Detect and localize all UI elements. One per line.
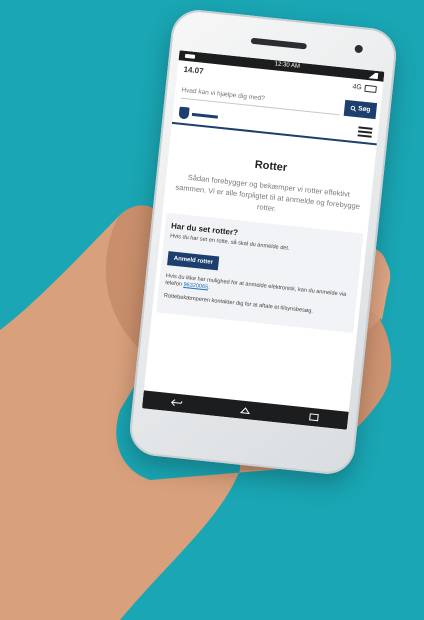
logo-wordmark: [191, 112, 219, 119]
search-button[interactable]: Søg: [343, 99, 378, 119]
system-navbar: [141, 390, 349, 430]
notification-icon: [184, 53, 196, 59]
report-rats-button[interactable]: Anmeld rotter: [167, 250, 220, 270]
signal-icon: [365, 71, 379, 80]
status-time: 12:30 AM: [274, 61, 301, 70]
municipality-logo[interactable]: [178, 106, 219, 123]
earpiece-speaker: [250, 37, 307, 50]
search-button-label: Søg: [357, 105, 371, 114]
recents-icon[interactable]: [306, 412, 321, 423]
phone-screen: 12:30 AM 14.07 4G Søg: [141, 50, 385, 430]
front-camera-icon: [354, 44, 364, 54]
battery-icon: [364, 84, 377, 94]
report-card: Har du set rotter? Hvis du har set en ro…: [156, 212, 364, 333]
hamburger-menu-icon[interactable]: [357, 126, 373, 138]
scene: 12:30 AM 14.07 4G Søg: [0, 0, 424, 620]
clock: 14.07: [183, 64, 205, 76]
phone-suffix: .: [207, 284, 211, 291]
network-label: 4G: [351, 83, 363, 92]
home-icon[interactable]: [238, 404, 253, 415]
municipality-crest-icon: [178, 106, 190, 120]
search-icon: [350, 105, 356, 112]
phone-device: 12:30 AM 14.07 4G Søg: [127, 7, 399, 477]
back-icon[interactable]: [170, 397, 185, 408]
phone-number-link[interactable]: 96320065: [183, 282, 208, 291]
info-right: 4G: [352, 84, 377, 94]
